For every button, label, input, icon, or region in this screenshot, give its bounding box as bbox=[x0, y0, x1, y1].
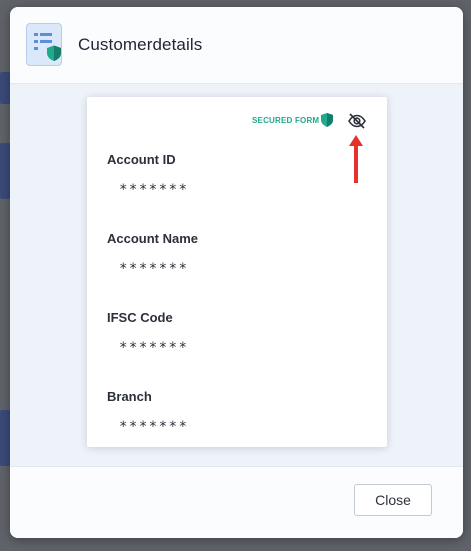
secured-form-label: SECURED FORM bbox=[252, 116, 320, 125]
customer-details-modal: Customerdetails SECURED FORM Account ID … bbox=[10, 7, 463, 538]
secured-form-card: SECURED FORM Account ID ******* Account … bbox=[87, 97, 387, 447]
background-panel bbox=[0, 143, 10, 199]
branch-label: Branch bbox=[107, 389, 152, 404]
background-panel bbox=[0, 72, 10, 104]
close-button[interactable]: Close bbox=[354, 484, 432, 516]
account-id-value: ******* bbox=[119, 182, 189, 198]
branch-value: ******* bbox=[119, 419, 189, 435]
red-arrow-annotation bbox=[348, 133, 364, 190]
ifsc-code-value: ******* bbox=[119, 340, 189, 356]
form-shield-icon bbox=[26, 23, 62, 66]
eye-slash-icon[interactable] bbox=[347, 112, 367, 130]
modal-title: Customerdetails bbox=[78, 35, 203, 54]
modal-header: Customerdetails bbox=[10, 7, 463, 84]
shield-icon bbox=[321, 113, 333, 132]
account-name-value: ******* bbox=[119, 261, 189, 277]
background-panel bbox=[0, 410, 10, 466]
account-id-label: Account ID bbox=[107, 152, 176, 167]
ifsc-code-label: IFSC Code bbox=[107, 310, 173, 325]
account-name-label: Account Name bbox=[107, 231, 199, 246]
modal-footer: Close bbox=[10, 466, 463, 538]
